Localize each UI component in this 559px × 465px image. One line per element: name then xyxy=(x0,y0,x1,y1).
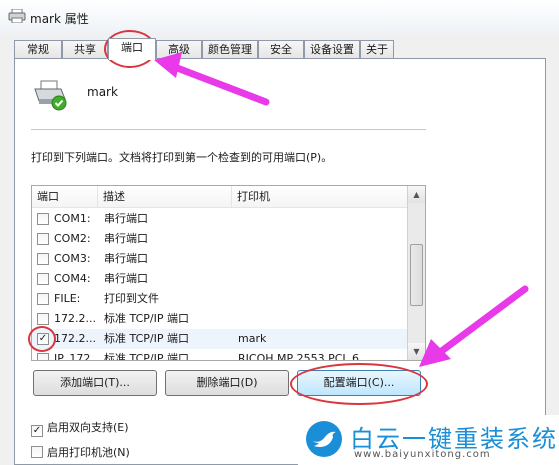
port-checkbox[interactable] xyxy=(37,233,49,245)
port-description: 串行端口 xyxy=(104,212,148,225)
port-name: COM3: xyxy=(54,252,91,265)
bidirectional-label: 启用双向支持(E) xyxy=(47,421,129,434)
bidirectional-checkbox-checked[interactable]: ✓ xyxy=(31,425,43,437)
scrollbar-thumb[interactable] xyxy=(410,244,423,306)
port-row[interactable]: COM2: 串行端口 xyxy=(32,229,407,249)
pooling-label: 启用打印机池(N) xyxy=(47,446,130,459)
list-header: 端口 描述 打印机 xyxy=(32,186,407,208)
pooling-checkbox[interactable] xyxy=(31,446,43,458)
port-name: 172.2... xyxy=(54,312,96,325)
port-description: 串行端口 xyxy=(104,272,148,285)
add-port-button[interactable]: 添加端口(T)... xyxy=(33,370,157,396)
pooling-option[interactable]: 启用打印机池(N) xyxy=(31,444,130,460)
port-row[interactable]: 172.2... 标准 TCP/IP 端口 xyxy=(32,309,407,329)
column-header-description[interactable]: 描述 xyxy=(98,186,232,208)
port-checkbox[interactable] xyxy=(37,253,49,265)
bidirectional-option[interactable]: ✓ 启用双向支持(E) xyxy=(31,419,129,437)
bird-logo-icon xyxy=(306,421,342,457)
tab-advanced[interactable]: 高级 xyxy=(156,40,202,59)
port-checkbox[interactable] xyxy=(37,313,49,325)
tab-about[interactable]: 关于 xyxy=(360,40,394,59)
port-row[interactable]: COM1: 串行端口 xyxy=(32,209,407,229)
port-printer: RICOH MP 2553 PCL 6 xyxy=(238,352,360,361)
port-description: 标准 TCP/IP 端口 xyxy=(104,312,189,325)
separator xyxy=(31,129,426,130)
tab-security[interactable]: 安全 xyxy=(258,40,304,59)
port-checkbox[interactable] xyxy=(37,293,49,305)
tab-general[interactable]: 常规 xyxy=(14,40,62,59)
port-name: 172.2... xyxy=(54,332,96,345)
port-description: 标准 TCP/IP 端口 xyxy=(104,352,189,361)
printer-ok-icon xyxy=(34,80,67,111)
vertical-scrollbar[interactable]: ▲ ▼ xyxy=(407,186,425,360)
watermark: 白云一键重装系统 www.baiyunxitong.com xyxy=(298,415,559,465)
port-checkbox[interactable] xyxy=(37,273,49,285)
port-row[interactable]: FILE: 打印到文件 xyxy=(32,289,407,309)
tab-color-management[interactable]: 颜色管理 xyxy=(202,40,258,59)
delete-port-button[interactable]: 删除端口(D) xyxy=(165,370,289,396)
port-description: 串行端口 xyxy=(104,232,148,245)
column-header-printer[interactable]: 打印机 xyxy=(232,186,407,208)
highlight-ring-configure xyxy=(290,363,428,405)
port-name: COM2: xyxy=(54,232,91,245)
port-name: IP_172... xyxy=(54,352,100,361)
instructions-text: 打印到下列端口。文档将打印到第一个检查到的可用端口(P)。 xyxy=(31,151,333,164)
port-name: COM1: xyxy=(54,212,91,225)
printer-name: mark xyxy=(87,85,118,99)
port-row[interactable]: IP_172... 标准 TCP/IP 端口 RICOH MP 2553 PCL… xyxy=(32,349,407,361)
port-description: 打印到文件 xyxy=(104,292,159,305)
port-checkbox[interactable] xyxy=(37,353,49,360)
title-bar: mark 属性 xyxy=(0,0,559,34)
port-row[interactable]: COM4: 串行端口 xyxy=(32,269,407,289)
port-description: 串行端口 xyxy=(104,252,148,265)
ports-panel: mark 打印到下列端口。文档将打印到第一个检查到的可用端口(P)。 端口 描述… xyxy=(14,58,546,465)
port-name: FILE: xyxy=(54,292,81,305)
port-description: 标准 TCP/IP 端口 xyxy=(104,332,189,345)
tab-strip: 常规 共享 端口 高级 颜色管理 安全 设备设置 关于 xyxy=(14,38,544,60)
port-row[interactable]: COM3: 串行端口 xyxy=(32,249,407,269)
scroll-up-icon[interactable]: ▲ xyxy=(408,186,425,203)
scroll-down-icon[interactable]: ▼ xyxy=(408,343,425,360)
tab-ports[interactable]: 端口 xyxy=(108,38,156,60)
port-checkbox[interactable] xyxy=(37,213,49,225)
watermark-url: www.baiyunxitong.com xyxy=(354,449,491,460)
port-name: COM4: xyxy=(54,272,91,285)
tab-device-settings[interactable]: 设备设置 xyxy=(304,40,360,59)
column-header-port[interactable]: 端口 xyxy=(32,186,98,208)
port-rows: COM1: 串行端口 COM2: 串行端口 COM3: 串行端口 COM4: 串… xyxy=(32,209,407,361)
tab-sharing[interactable]: 共享 xyxy=(62,40,108,59)
port-printer: mark xyxy=(238,332,267,345)
port-list[interactable]: 端口 描述 打印机 COM1: 串行端口 COM2: 串行端口 COM3: 串行… xyxy=(31,185,426,361)
window-title: mark 属性 xyxy=(30,12,89,26)
port-row-selected[interactable]: ✓ 172.2... 标准 TCP/IP 端口 mark xyxy=(32,329,407,349)
printer-icon xyxy=(8,9,26,23)
highlight-ring-checkbox xyxy=(28,326,56,352)
